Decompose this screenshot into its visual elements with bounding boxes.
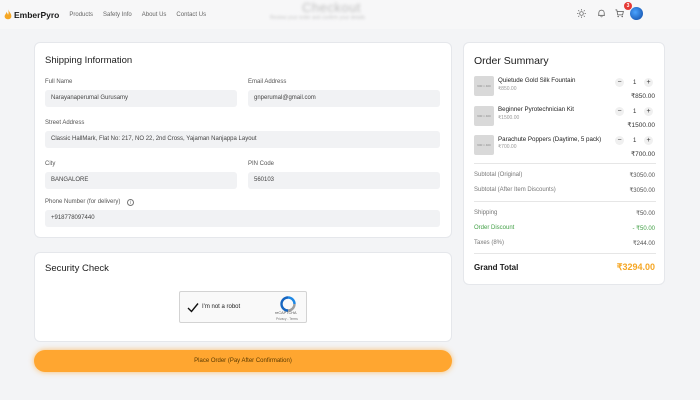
city-field[interactable]: BANGALORE [45, 172, 237, 189]
item-name: Beginner Pyrotechnician Kit [498, 106, 575, 113]
grand-total-value: ₹3294.00 [616, 262, 655, 272]
item-image: 600 × 400 [474, 76, 494, 96]
item-qty: 1 [633, 80, 637, 86]
item-image: 600 × 400 [474, 106, 494, 126]
full-name-label: Full Name [45, 79, 73, 85]
nav-products[interactable]: Products [69, 12, 93, 18]
checkmark-icon[interactable] [186, 301, 200, 315]
pin-label: PIN Code [248, 161, 275, 167]
item-total: ₹700.00 [630, 151, 655, 158]
divider [474, 201, 656, 202]
avatar[interactable] [630, 7, 643, 20]
decrease-qty-button[interactable]: − [615, 78, 624, 87]
divider [474, 253, 656, 254]
decrease-qty-button[interactable]: − [615, 107, 624, 116]
shipping-cost-label: Shipping [474, 210, 498, 216]
item-total: ₹1500.00 [627, 122, 655, 129]
item-unit-price: ₹1500.00 [498, 115, 520, 121]
item-unit-price: ₹850.00 [498, 86, 517, 92]
full-name-field[interactable]: Narayanaperumal Gurusamy [45, 90, 237, 107]
item-name: Parachute Poppers (Daytime, 5 pack) [498, 136, 602, 143]
shipping-cost-value: ₹50.00 [636, 211, 655, 217]
email-label: Email Address [248, 79, 287, 85]
nav-about-us[interactable]: About Us [142, 12, 167, 18]
increase-qty-button[interactable]: + [644, 107, 653, 116]
recaptcha-widget: I'm not a robot reCAPTCHA Privacy - Term… [179, 291, 307, 323]
increase-qty-button[interactable]: + [644, 78, 653, 87]
nav-safety-info[interactable]: Safety Info [103, 12, 132, 18]
subtotal-after-value: ₹3050.00 [629, 188, 655, 194]
item-qty: 1 [633, 138, 637, 144]
info-icon[interactable]: i [127, 199, 134, 206]
grand-total-label: Grand Total [474, 263, 519, 272]
email-field[interactable]: gnperumal@gmail.com [248, 90, 440, 107]
decrease-qty-button[interactable]: − [615, 136, 624, 145]
captcha-links[interactable]: Privacy - Terms [276, 317, 298, 321]
pin-field[interactable]: 560103 [248, 172, 440, 189]
captcha-brand: reCAPTCHA [275, 311, 297, 315]
main-nav: Products Safety Info About Us Contact Us [69, 12, 216, 18]
cart-icon[interactable] [614, 8, 624, 18]
bell-icon[interactable] [596, 8, 606, 18]
item-image: 600 × 400 [474, 135, 494, 155]
item-unit-price: ₹700.00 [498, 144, 517, 150]
brand[interactable]: EmberPyro [4, 8, 60, 21]
place-order-button[interactable]: Place Order (Pay After Confirmation) [34, 350, 452, 372]
theme-toggle-icon[interactable] [576, 8, 586, 18]
page-subtitle: Review your order and confirm your detai… [270, 15, 366, 21]
nav-contact-us[interactable]: Contact Us [176, 12, 206, 18]
security-title: Security Check [45, 263, 109, 274]
subtotal-original-label: Subtotal (Original) [474, 172, 523, 178]
item-total: ₹850.00 [630, 93, 655, 100]
order-discount-label: Order Discount [474, 225, 515, 231]
item-qty: 1 [633, 109, 637, 115]
phone-field[interactable]: +918778097440 [45, 210, 440, 227]
taxes-label: Taxes (8%) [474, 240, 505, 246]
order-summary-title: Order Summary [474, 55, 549, 67]
subtotal-after-label: Subtotal (After Item Discounts) [474, 187, 556, 193]
increase-qty-button[interactable]: + [644, 136, 653, 145]
recaptcha-logo-icon [280, 296, 296, 312]
brand-name: EmberPyro [14, 9, 60, 20]
page-title: Checkout [302, 0, 361, 15]
street-label: Street Address [45, 120, 85, 126]
captcha-label: I'm not a robot [202, 304, 241, 310]
item-name: Quietude Gold Silk Fountain [498, 77, 576, 84]
phone-label: Phone Number (for delivery) [45, 199, 121, 205]
taxes-value: ₹244.00 [632, 241, 655, 247]
divider [474, 163, 656, 164]
order-discount-value: - ₹50.00 [632, 226, 656, 232]
subtotal-original-value: ₹3050.00 [629, 173, 655, 179]
flame-icon [4, 8, 12, 19]
shipping-title: Shipping Information [45, 55, 133, 66]
city-label: City [45, 161, 56, 167]
street-field[interactable]: Classic HallMark, Flat No: 217, NO 22, 2… [45, 131, 440, 148]
